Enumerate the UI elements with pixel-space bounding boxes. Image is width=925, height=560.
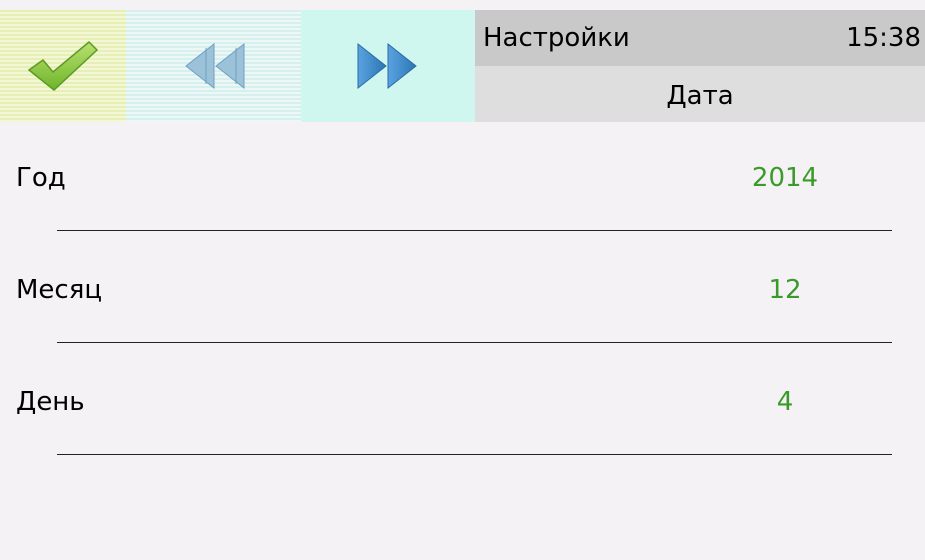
divider (57, 230, 892, 231)
setting-row-year[interactable]: Год 2014 (0, 122, 925, 234)
setting-label-day: День (16, 387, 85, 417)
setting-row-day[interactable]: День 4 (0, 346, 925, 458)
previous-button[interactable] (126, 10, 301, 122)
page-title: Настройки (483, 23, 630, 53)
title-bar: Настройки 15:38 (475, 10, 925, 66)
confirm-button[interactable] (0, 10, 126, 122)
setting-label-year: Год (16, 163, 66, 193)
setting-value-month[interactable]: 12 (700, 274, 870, 306)
divider (57, 454, 892, 455)
section-title: Дата (666, 81, 734, 111)
checkmark-icon (27, 40, 99, 91)
subtitle-bar: Дата (475, 66, 925, 122)
rewind-icon (184, 42, 244, 90)
fast-forward-icon (357, 42, 417, 90)
setting-row-month[interactable]: Месяц 12 (0, 234, 925, 346)
clock: 15:38 (846, 23, 921, 53)
setting-value-year[interactable]: 2014 (700, 162, 870, 194)
setting-value-day[interactable]: 4 (700, 386, 870, 418)
toolbar: Настройки 15:38 Дата (0, 0, 925, 122)
next-button[interactable] (301, 10, 475, 122)
setting-label-month: Месяц (16, 275, 103, 305)
divider (57, 342, 892, 343)
